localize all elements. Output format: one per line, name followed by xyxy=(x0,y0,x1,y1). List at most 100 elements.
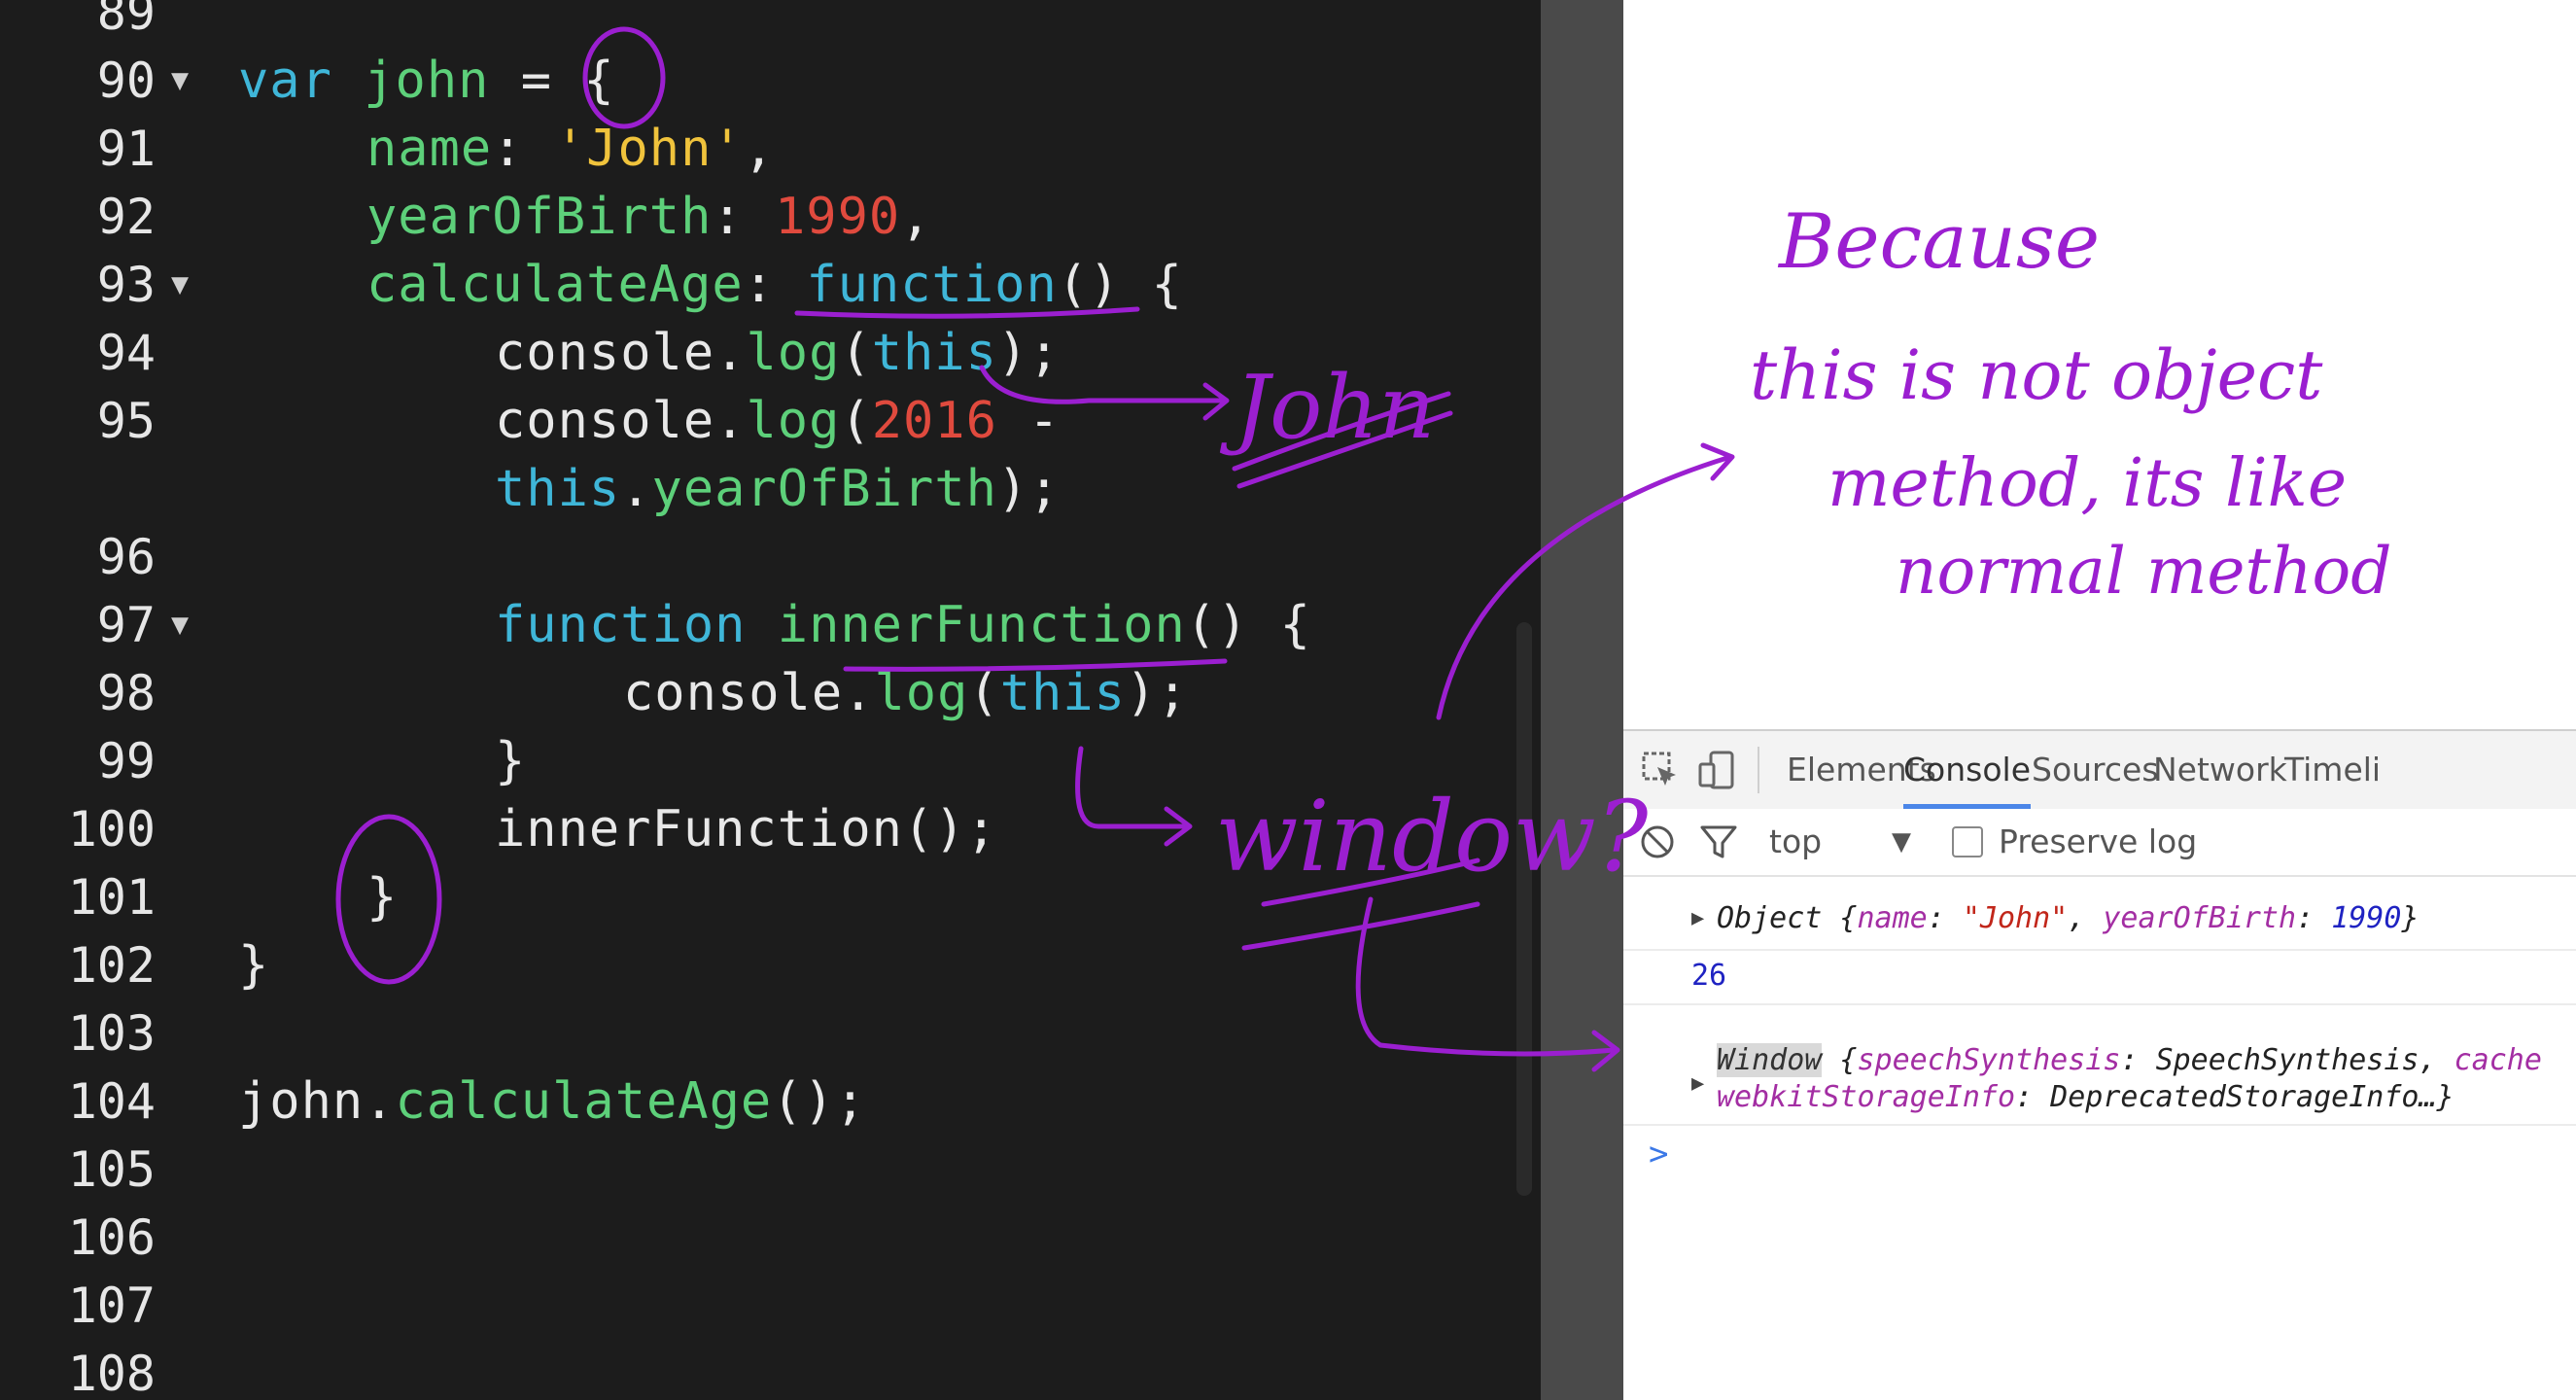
console-entry-window[interactable]: ▶ Window {speechSynthesis: SpeechSynthes… xyxy=(1623,1042,2576,1120)
line-number: 104 xyxy=(67,1073,156,1130)
code-token: 2016 xyxy=(871,392,997,450)
clear-console-icon[interactable] xyxy=(1639,823,1676,860)
code-token: 'John' xyxy=(554,120,744,178)
code-token: log xyxy=(746,392,841,450)
code-token: ); xyxy=(996,324,1061,382)
code-token: yearOfBirth xyxy=(651,460,997,518)
line-number: 90 xyxy=(96,52,156,109)
code-line[interactable]: this.yearOfBirth); xyxy=(0,455,1536,523)
line-number: 102 xyxy=(67,937,156,994)
code-text[interactable]: } xyxy=(238,931,269,999)
code-token: ); xyxy=(996,460,1061,518)
code-text[interactable]: } xyxy=(495,727,526,795)
code-token: ( xyxy=(968,664,1000,722)
code-line[interactable]: 96 xyxy=(0,523,1536,591)
device-toolbar-icon[interactable] xyxy=(1697,751,1736,789)
code-text[interactable]: john.calculateAge(); xyxy=(238,1068,866,1136)
code-line[interactable]: 89 xyxy=(0,0,1536,47)
line-number: 89 xyxy=(96,0,156,41)
code-line[interactable]: 95 console.log(2016 - xyxy=(0,387,1536,455)
code-line[interactable]: 104 john.calculateAge(); xyxy=(0,1068,1536,1136)
console-number: 26 xyxy=(1691,959,1727,993)
line-number: 107 xyxy=(67,1278,156,1334)
filter-icon[interactable] xyxy=(1699,823,1738,860)
line-number: 92 xyxy=(96,189,156,245)
code-text[interactable]: console.log(this); xyxy=(495,319,1061,387)
code-token: ( xyxy=(840,324,872,382)
code-line[interactable]: 100 innerFunction(); xyxy=(0,795,1536,863)
code-text[interactable]: yearOfBirth: 1990, xyxy=(366,183,932,251)
code-token: function xyxy=(495,596,778,654)
code-token: = { xyxy=(489,52,615,110)
code-line[interactable]: 105 xyxy=(0,1136,1536,1204)
code-token: john xyxy=(364,52,490,110)
chevron-down-icon[interactable]: ▼ xyxy=(1892,809,1911,875)
fold-arrow-icon[interactable]: ▼ xyxy=(171,47,189,115)
code-editor[interactable]: 89 90 ▼ var john = {91 name: 'John', 92 yearOf… xyxy=(0,0,1541,1400)
code-text[interactable]: innerFunction(); xyxy=(495,795,997,863)
code-text[interactable]: calculateAge: function() { xyxy=(366,251,1183,319)
code-token: this xyxy=(871,324,997,382)
code-line[interactable]: 106 xyxy=(0,1204,1536,1272)
property-value: DeprecatedStorageInfo…} xyxy=(2050,1080,2454,1114)
code-line[interactable]: 93 ▼ calculateAge: function() { xyxy=(0,251,1536,319)
expand-triangle-icon[interactable]: ▶ xyxy=(1691,894,1704,943)
fold-arrow-icon[interactable]: ▼ xyxy=(171,591,189,659)
code-text[interactable]: function innerFunction() { xyxy=(495,591,1311,659)
code-token: yearOfBirth xyxy=(366,188,713,246)
code-line[interactable]: 97 ▼ function innerFunction() { xyxy=(0,591,1536,659)
code-text[interactable]: name: 'John', xyxy=(366,115,775,183)
tab-network[interactable]: Network xyxy=(2153,731,2287,809)
code-token: log xyxy=(746,324,841,382)
code-line[interactable]: 90 ▼ var john = { xyxy=(0,47,1536,115)
tab-console[interactable]: Console xyxy=(1903,731,2032,809)
console-prompt[interactable]: > xyxy=(1623,1130,2576,1178)
code-text[interactable]: console.log(2016 - xyxy=(495,387,1061,455)
code-token: } xyxy=(238,936,270,995)
code-line[interactable]: 107 xyxy=(0,1272,1536,1340)
pane-divider[interactable] xyxy=(1541,0,1623,1400)
code-text[interactable]: var john = { xyxy=(238,47,615,115)
code-line[interactable]: 98 console.log(this); xyxy=(0,659,1536,727)
code-line[interactable]: 108 xyxy=(0,1340,1536,1400)
devtools-tabbar: Elements Console Sources Network Timeli xyxy=(1623,729,2576,811)
code-line[interactable]: 99} xyxy=(0,727,1536,795)
code-line[interactable]: 92 yearOfBirth: 1990, xyxy=(0,183,1536,251)
code-line[interactable]: 91 name: 'John', xyxy=(0,115,1536,183)
preserve-log-checkbox[interactable] xyxy=(1952,826,1983,858)
code-text[interactable]: } xyxy=(366,863,398,931)
code-token: calculateAge xyxy=(395,1072,773,1131)
line-number: 93 xyxy=(96,257,156,313)
context-select[interactable]: top xyxy=(1769,809,1822,875)
line-number: 99 xyxy=(96,733,156,789)
property-key: webkitStorageInfo xyxy=(1717,1080,2016,1114)
code-token: . xyxy=(620,460,652,518)
code-token: : xyxy=(712,188,775,246)
code-text[interactable]: console.log(this); xyxy=(623,659,1189,727)
console-entry-object[interactable]: ▶ Object {name: "John", yearOfBirth: 199… xyxy=(1623,894,2576,943)
code-token: calculateAge xyxy=(366,256,744,314)
code-token: () { xyxy=(1057,256,1183,314)
line-number: 96 xyxy=(96,529,156,585)
expand-triangle-icon[interactable]: ▶ xyxy=(1691,1071,1704,1096)
code-token: , xyxy=(900,188,932,246)
property-key: cache xyxy=(2454,1043,2542,1077)
code-token: , xyxy=(743,120,776,178)
code-line[interactable]: 102} xyxy=(0,931,1536,999)
line-number: 94 xyxy=(96,325,156,381)
line-number: 97 xyxy=(96,597,156,653)
tab-timeline[interactable]: Timeli xyxy=(2284,731,2381,809)
console-separator xyxy=(1623,1003,2576,1005)
editor-scrollbar[interactable] xyxy=(1516,622,1532,1196)
line-number: 106 xyxy=(67,1209,156,1266)
code-text[interactable]: this.yearOfBirth); xyxy=(495,455,1061,523)
code-line[interactable]: 94 console.log(this); xyxy=(0,319,1536,387)
code-token: ); xyxy=(1125,664,1189,722)
fold-arrow-icon[interactable]: ▼ xyxy=(171,251,189,319)
code-line[interactable]: 103 xyxy=(0,999,1536,1068)
inspect-element-icon[interactable] xyxy=(1641,751,1680,789)
tab-sources[interactable]: Sources xyxy=(2032,731,2159,809)
code-line[interactable]: 101} xyxy=(0,863,1536,931)
window-label: Window xyxy=(1717,1043,1823,1077)
code-token: console. xyxy=(495,324,747,382)
